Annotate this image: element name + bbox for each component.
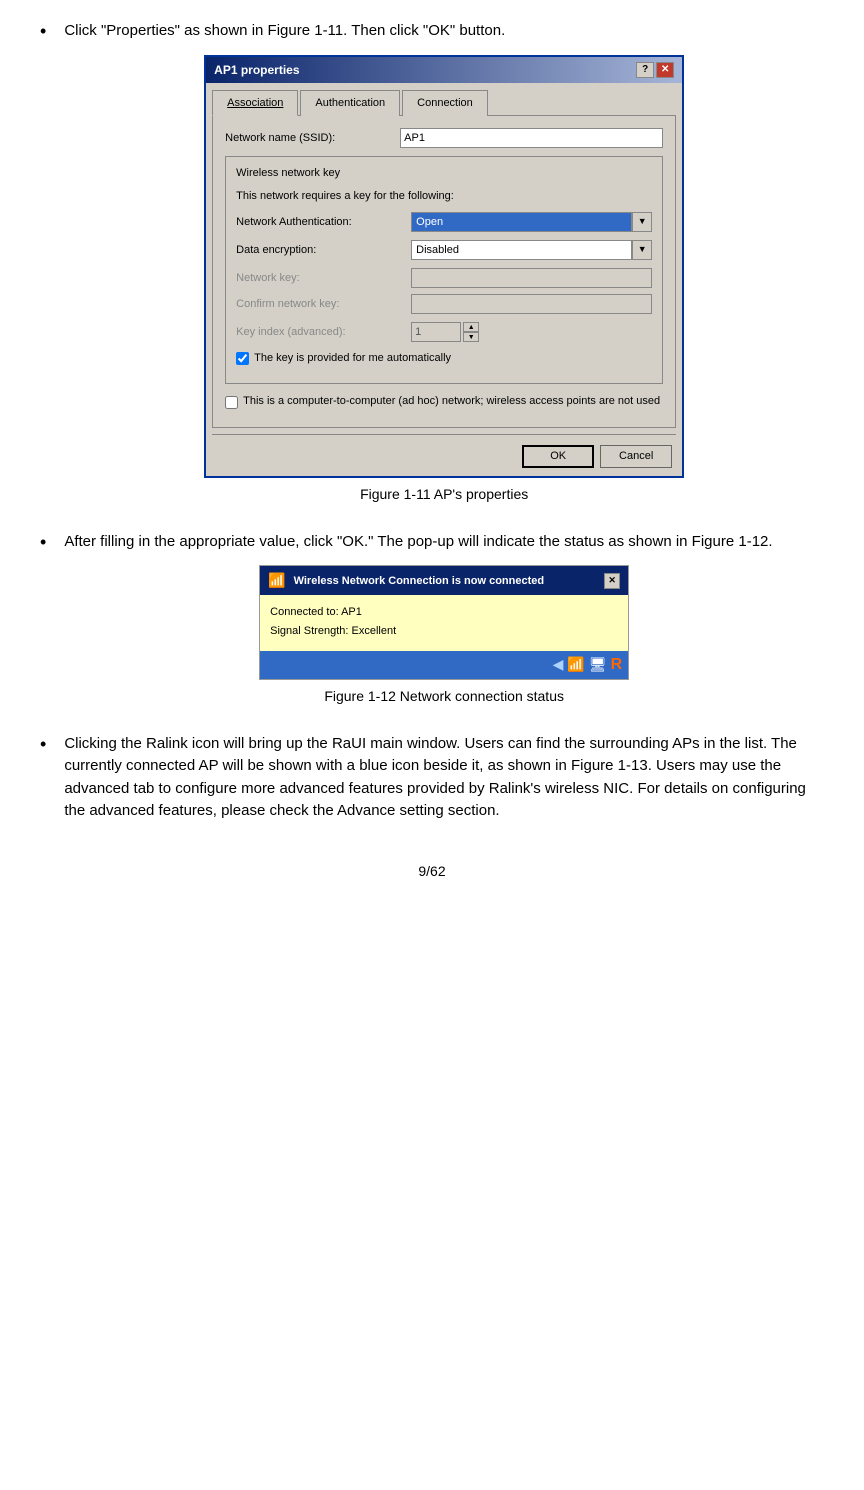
- ad-hoc-checkbox[interactable]: [225, 396, 238, 409]
- auto-key-label: The key is provided for me automatically: [254, 350, 451, 367]
- tab-connection[interactable]: Connection: [402, 90, 488, 117]
- dialog-titlebar: AP1 properties ? ✕: [206, 57, 682, 83]
- back-icon: ◀: [553, 654, 564, 675]
- page-number: 9/62: [40, 863, 824, 879]
- bullet-2: • After filling in the appropriate value…: [40, 531, 824, 715]
- bullet-symbol-2: •: [40, 532, 46, 553]
- close-button[interactable]: ✕: [656, 62, 674, 78]
- bullet-symbol-3: •: [40, 734, 46, 755]
- data-enc-value: Disabled: [411, 240, 632, 260]
- popup-close-button[interactable]: ✕: [604, 573, 620, 589]
- figure-1-11-caption: Figure 1-11 AP's properties: [360, 484, 528, 505]
- network-auth-value: Open: [411, 212, 632, 232]
- monitor-icon: 🖥: [589, 654, 607, 675]
- dialog-title: AP1 properties: [214, 61, 299, 79]
- auto-key-row: The key is provided for me automatically: [236, 350, 652, 367]
- wireless-key-desc: This network requires a key for the foll…: [236, 188, 652, 205]
- bullet-symbol-1: •: [40, 21, 46, 42]
- ok-button[interactable]: OK: [522, 445, 594, 468]
- network-auth-label: Network Authentication:: [236, 214, 411, 231]
- network-key-label: Network key:: [236, 270, 411, 287]
- key-index-input[interactable]: [411, 322, 461, 342]
- data-enc-select[interactable]: Disabled ▼: [411, 240, 652, 260]
- bullet-1-text: Click "Properties" as shown in Figure 1-…: [64, 22, 505, 39]
- network-key-row: Network key:: [236, 268, 652, 288]
- wireless-key-box: Wireless network key This network requir…: [225, 156, 663, 384]
- bullet-text-3: Clicking the Ralink icon will bring up t…: [64, 733, 824, 823]
- wireless-signal-icon: 📶: [567, 654, 584, 675]
- network-name-input[interactable]: [400, 128, 663, 148]
- figure-1-12-container: 📶 Wireless Network Connection is now con…: [64, 565, 824, 706]
- data-enc-label: Data encryption:: [236, 242, 411, 259]
- network-connection-popup: 📶 Wireless Network Connection is now con…: [259, 565, 629, 679]
- key-index-row: Key index (advanced): ▲ ▼: [236, 322, 652, 342]
- bullet-2-text: After filling in the appropriate value, …: [64, 533, 772, 550]
- titlebar-buttons: ? ✕: [636, 62, 674, 78]
- figure-1-11-container: AP1 properties ? ✕ Association Authentic…: [64, 55, 824, 505]
- bullet-3: • Clicking the Ralink icon will bring up…: [40, 733, 824, 823]
- popup-title: Wireless Network Connection is now conne…: [294, 573, 545, 590]
- network-auth-arrow[interactable]: ▼: [632, 212, 652, 232]
- spinner-down[interactable]: ▼: [463, 332, 479, 342]
- dialog-tabs: Association Authentication Connection: [212, 89, 676, 116]
- signal-strength-text: Signal Strength: Excellent: [270, 622, 618, 641]
- wireless-key-legend: Wireless network key: [236, 165, 652, 182]
- bullet-text-1: Click "Properties" as shown in Figure 1-…: [64, 20, 824, 513]
- confirm-key-input[interactable]: [411, 294, 652, 314]
- auto-key-checkbox[interactable]: [236, 352, 249, 365]
- dialog-footer: OK Cancel: [206, 441, 682, 476]
- key-index-spinner: ▲ ▼: [463, 322, 479, 342]
- titlebar-left: AP1 properties: [214, 61, 299, 79]
- help-button[interactable]: ?: [636, 62, 654, 78]
- network-key-input[interactable]: [411, 268, 652, 288]
- network-auth-select[interactable]: Open ▼: [411, 212, 652, 232]
- ralink-icon: R: [611, 653, 623, 677]
- ap1-properties-dialog: AP1 properties ? ✕ Association Authentic…: [204, 55, 684, 478]
- network-auth-row: Network Authentication: Open ▼: [236, 212, 652, 232]
- connected-to-text: Connected to: AP1: [270, 603, 618, 622]
- footer-separator: [212, 434, 676, 435]
- figure-1-12-caption: Figure 1-12 Network connection status: [324, 686, 564, 707]
- bullet-text-2-container: After filling in the appropriate value, …: [64, 531, 824, 715]
- network-name-row: Network name (SSID):: [225, 128, 663, 148]
- network-name-label: Network name (SSID):: [225, 130, 400, 147]
- dialog-body: Network name (SSID): Wireless network ke…: [212, 115, 676, 428]
- popup-header: 📶 Wireless Network Connection is now con…: [260, 566, 628, 595]
- popup-footer: ◀ 📶 🖥 R: [260, 651, 628, 679]
- bullet-1: • Click "Properties" as shown in Figure …: [40, 20, 824, 513]
- confirm-key-label: Confirm network key:: [236, 296, 411, 313]
- data-enc-row: Data encryption: Disabled ▼: [236, 240, 652, 260]
- popup-body: Connected to: AP1 Signal Strength: Excel…: [260, 595, 628, 650]
- cancel-button[interactable]: Cancel: [600, 445, 672, 468]
- spinner-up[interactable]: ▲: [463, 322, 479, 332]
- wireless-icon: 📶: [268, 570, 285, 591]
- ad-hoc-row: This is a computer-to-computer (ad hoc) …: [225, 394, 663, 409]
- tab-authentication[interactable]: Authentication: [300, 90, 400, 117]
- ad-hoc-label: This is a computer-to-computer (ad hoc) …: [243, 394, 660, 409]
- key-index-label: Key index (advanced):: [236, 324, 411, 341]
- tab-association[interactable]: Association: [212, 90, 298, 117]
- confirm-key-row: Confirm network key:: [236, 294, 652, 314]
- data-enc-arrow[interactable]: ▼: [632, 240, 652, 260]
